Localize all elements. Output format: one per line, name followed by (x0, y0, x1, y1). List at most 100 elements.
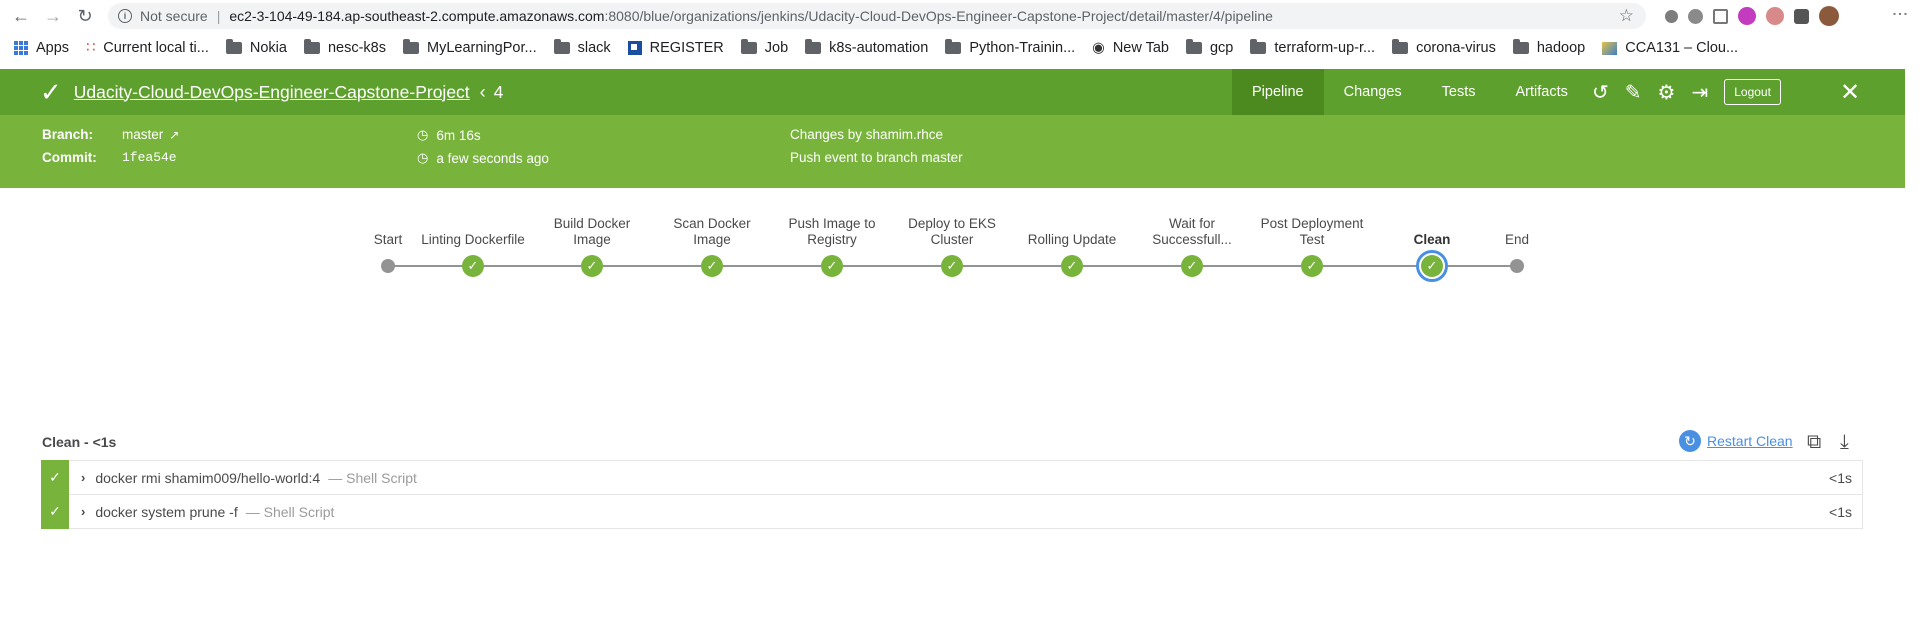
stage-label[interactable]: Deploy to EKS Cluster (892, 216, 1012, 248)
tab-artifacts[interactable]: Artifacts (1495, 69, 1587, 115)
stage-label[interactable]: Rolling Update (1012, 232, 1132, 248)
stage-label[interactable]: Build Docker Image (532, 216, 652, 248)
stage-success-icon[interactable]: ✓ (1301, 255, 1323, 277)
stage-success-icon[interactable]: ✓ (1061, 255, 1083, 277)
success-check-icon: ✓ (40, 76, 62, 107)
tab-changes[interactable]: Changes (1324, 69, 1422, 115)
address-bar[interactable]: i Not secure | ec2-3-104-49-184.ap-south… (108, 3, 1646, 29)
bookmark-item[interactable]: Job (740, 39, 789, 56)
bookmark-label: terraform-up-r... (1274, 40, 1376, 56)
step-row[interactable]: ✓ › docker rmi shamim009/hello-world:4 — Sh… (41, 460, 1863, 495)
folder-icon (1512, 39, 1529, 54)
bookmark-item[interactable]: REGISTER (627, 40, 724, 56)
bookmark-label: New Tab (1112, 40, 1169, 56)
stage-label[interactable]: Wait for Successfull... (1132, 216, 1252, 248)
tab-pipeline[interactable]: Pipeline (1232, 69, 1324, 115)
kebab-menu-icon[interactable]: ⋮ (1890, 6, 1909, 20)
extension-icon[interactable] (1665, 9, 1678, 23)
close-icon[interactable]: ✕ (1840, 69, 1860, 115)
bookmark-item[interactable]: ∷ Current local ti... (86, 40, 209, 56)
bookmark-item[interactable]: terraform-up-r... (1250, 39, 1376, 56)
stage-success-icon[interactable]: ✓ (701, 255, 723, 277)
logout-button[interactable]: Logout (1724, 79, 1781, 105)
extension-icon[interactable] (1738, 7, 1756, 25)
info-icon[interactable]: i (118, 9, 132, 23)
stage-label[interactable]: Linting Dockerfile (413, 232, 533, 248)
stage-success-icon[interactable]: ✓ (462, 255, 484, 277)
stage-connector (473, 265, 592, 267)
bookmark-item[interactable]: hadoop (1512, 39, 1586, 56)
bookmark-item[interactable]: CCA131 – Clou... (1602, 40, 1738, 56)
stage-connector (832, 265, 952, 267)
bookmark-item[interactable]: gcp (1185, 39, 1233, 56)
folder-icon (303, 39, 320, 54)
stage-label[interactable]: Scan Docker Image (652, 216, 772, 248)
stage-connector (952, 265, 1072, 267)
bookmark-item[interactable]: nesc-k8s (303, 39, 386, 56)
bookmark-label: nesc-k8s (327, 40, 386, 56)
stage-connector (712, 265, 832, 267)
reload-icon[interactable]: ↻ (74, 5, 96, 27)
browser-toolbar: ← → ↻ i Not secure | ec2-3-104-49-184.ap… (0, 0, 1925, 32)
restart-stage-label[interactable]: Restart Clean (1707, 433, 1793, 449)
run-number: 4 (493, 81, 504, 102)
step-type: — Shell Script (245, 503, 335, 520)
bookmark-label: Job (764, 40, 789, 56)
bookmark-label: CCA131 – Clou... (1625, 40, 1739, 56)
settings-gear-icon[interactable]: ⚙ (1658, 80, 1676, 105)
avatar[interactable] (1819, 6, 1839, 26)
stopwatch-icon: ◷ (417, 127, 429, 142)
stage-label[interactable]: Push Image to Registry (772, 216, 892, 248)
step-duration: <1s (1829, 469, 1852, 486)
stage-label[interactable]: End (1457, 232, 1577, 248)
security-label: Not secure (140, 8, 208, 24)
chevron-right-icon[interactable]: › (81, 504, 85, 519)
run-time: a few seconds ago (436, 150, 549, 166)
step-row[interactable]: ✓ › docker system prune -f — Shell Script <1… (41, 494, 1863, 529)
bookmark-item[interactable]: corona-virus (1392, 39, 1496, 56)
bookmark-item[interactable]: Nokia (225, 39, 287, 56)
external-link-icon[interactable]: ↗ (169, 128, 179, 142)
stage-success-icon[interactable]: ✓ (1421, 255, 1443, 277)
folder-icon (1250, 39, 1267, 54)
stage-label[interactable]: Post Deployment Test (1252, 216, 1372, 248)
tab-tests[interactable]: Tests (1422, 69, 1496, 115)
bookmark-item[interactable]: Python-Trainin... (945, 39, 1075, 56)
chevron-right-icon[interactable]: › (81, 470, 85, 485)
stage-success-icon[interactable]: ✓ (941, 255, 963, 277)
restart-icon[interactable]: ↻ (1679, 430, 1701, 452)
folder-icon (805, 39, 822, 54)
stage-success-icon[interactable]: ✓ (821, 255, 843, 277)
bookmark-item[interactable]: Apps (14, 40, 69, 56)
puzzle-icon[interactable] (1794, 8, 1809, 24)
commit-hash[interactable]: 1fea54e (122, 150, 177, 165)
stage-success-icon[interactable]: ✓ (581, 255, 603, 277)
extension-icon[interactable] (1713, 8, 1728, 24)
stage-success-icon[interactable]: ✓ (1181, 255, 1203, 277)
bookmark-label: hadoop (1536, 40, 1586, 56)
run-duration: 6m 16s (436, 127, 481, 143)
bookmark-item[interactable]: ◉ New Tab (1092, 40, 1169, 56)
forward-arrow-icon[interactable]: → (42, 5, 64, 27)
clock-icon: ◷ (417, 150, 429, 165)
bookmark-item[interactable]: MyLearningPor... (402, 39, 537, 56)
classic-view-icon[interactable]: ⇥ (1691, 80, 1708, 105)
download-icon[interactable]: ⤓ (1840, 431, 1849, 454)
open-in-new-icon[interactable]: ⧉ (1807, 431, 1821, 454)
folder-icon (553, 39, 570, 54)
extension-icon[interactable] (1688, 8, 1703, 24)
back-arrow-icon[interactable]: ← (10, 5, 32, 27)
bookmark-label: Apps (36, 40, 70, 56)
commit-label: Commit: (42, 150, 97, 165)
rerun-icon[interactable]: ↺ (1592, 80, 1609, 105)
bookmark-item[interactable]: k8s-automation (805, 39, 928, 56)
stage-detail-title: Clean - <1s (42, 434, 117, 450)
bookmark-item[interactable]: slack (553, 39, 611, 56)
bookmark-star-icon[interactable]: ☆ (1619, 6, 1634, 26)
stage-connector (1072, 265, 1192, 267)
edit-icon[interactable]: ✎ (1625, 80, 1642, 105)
project-title[interactable]: Udacity-Cloud-DevOps-Engineer-Capstone-P… (74, 82, 470, 103)
stage-connector (1192, 265, 1312, 267)
extension-icon[interactable] (1766, 7, 1784, 25)
restart-stage-button[interactable]: ↻ Restart Clean (1679, 430, 1793, 452)
